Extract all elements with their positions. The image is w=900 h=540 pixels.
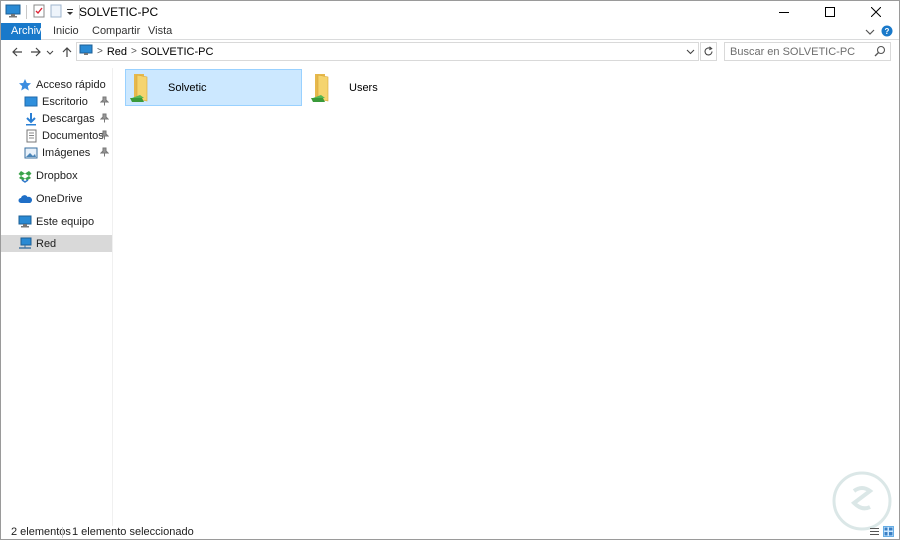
pin-icon[interactable] — [99, 147, 110, 160]
pin-icon[interactable] — [99, 130, 110, 143]
new-folder-icon[interactable] — [49, 4, 63, 21]
shared-folder-icon — [309, 71, 343, 105]
search-box[interactable] — [724, 42, 891, 61]
download-icon — [24, 112, 38, 126]
list-item-users[interactable]: Users — [307, 69, 484, 106]
svg-text:?: ? — [885, 27, 890, 36]
chevron-right-icon: > — [97, 46, 103, 57]
pin-icon[interactable] — [99, 96, 110, 109]
pictures-icon — [24, 146, 38, 160]
pin-icon[interactable] — [99, 113, 110, 126]
chevron-right-icon: > — [131, 46, 137, 57]
up-button[interactable] — [58, 43, 76, 61]
breadcrumb: > Red > SOLVETIC-PC — [79, 44, 213, 59]
status-bar: 2 elementos 1 elemento seleccionado — [1, 525, 899, 539]
sidebar-item-label: Documentos — [42, 129, 104, 142]
sidebar-item-label: Escritorio — [42, 95, 88, 108]
details-view-icon[interactable] — [869, 526, 880, 537]
quick-access-toolbar — [5, 4, 82, 20]
tab-vista[interactable]: Vista — [138, 23, 182, 40]
file-list: Solvetic Users — [113, 63, 899, 525]
window-controls — [761, 1, 899, 23]
sidebar-item-onedrive[interactable]: OneDrive — [1, 190, 112, 207]
onedrive-icon — [18, 192, 32, 206]
item-label: Users — [349, 81, 378, 94]
computer-icon — [18, 215, 32, 229]
breadcrumb-red[interactable]: Red — [107, 46, 127, 58]
sidebar-item-red[interactable]: Red — [1, 235, 112, 252]
expand-ribbon-icon[interactable] — [865, 26, 875, 40]
sidebar-item-escritorio[interactable]: Escritorio — [1, 93, 112, 110]
status-divider — [62, 527, 63, 538]
item-label: Solvetic — [168, 81, 207, 94]
watermark-logo — [832, 471, 892, 531]
sidebar-item-label: Acceso rápido — [36, 78, 106, 91]
help-icon[interactable]: ? — [881, 25, 893, 40]
toolbar-divider — [26, 5, 27, 19]
tab-archivo[interactable]: Archivo — [1, 23, 48, 40]
ribbon-right-controls: ? — [865, 25, 893, 40]
list-item-solvetic[interactable]: Solvetic — [125, 69, 302, 106]
network-location-icon — [79, 44, 93, 59]
sidebar-item-imagenes[interactable]: Imágenes — [1, 144, 112, 161]
address-dropdown-button[interactable] — [684, 45, 696, 58]
recent-locations-button[interactable] — [44, 43, 56, 61]
close-button[interactable] — [853, 1, 899, 23]
sidebar-item-label: Imágenes — [42, 146, 91, 159]
explorer-window: SOLVETIC-PC Archivo Inicio Compartir Vis… — [0, 0, 900, 540]
sidebar-item-label: Red — [36, 237, 57, 250]
search-input[interactable] — [725, 43, 865, 60]
tiles-view-icon[interactable] — [883, 526, 894, 537]
selection-count: 1 elemento seleccionado — [72, 526, 194, 538]
forward-button[interactable] — [27, 43, 45, 61]
star-icon — [18, 78, 32, 92]
sidebar-item-label: Dropbox — [36, 169, 78, 182]
computer-icon[interactable] — [5, 4, 21, 21]
minimize-button[interactable] — [761, 1, 807, 23]
sidebar-item-este-equipo[interactable]: Este equipo — [1, 213, 112, 230]
shared-folder-icon — [128, 71, 162, 105]
network-icon — [18, 237, 32, 251]
desktop-icon — [24, 95, 38, 109]
customize-toolbar-icon[interactable] — [66, 4, 74, 21]
title-bar: SOLVETIC-PC — [1, 1, 899, 23]
sidebar-item-acceso-rapido[interactable]: Acceso rápido — [1, 76, 112, 93]
ribbon-tabs: Archivo Inicio Compartir Vista ? — [1, 23, 899, 40]
sidebar-item-documentos[interactable]: Documentos — [1, 127, 112, 144]
view-switcher — [869, 526, 894, 537]
search-icon[interactable] — [874, 45, 886, 60]
breadcrumb-solvetic-pc[interactable]: SOLVETIC-PC — [141, 46, 214, 58]
navigation-pane: Acceso rápido Escritorio Descargas Docum… — [1, 68, 113, 526]
sidebar-item-descargas[interactable]: Descargas — [1, 110, 112, 127]
maximize-button[interactable] — [807, 1, 853, 23]
sidebar-item-label: Descargas — [42, 112, 95, 125]
navigation-bar: > Red > SOLVETIC-PC — [1, 41, 899, 63]
documents-icon — [24, 129, 38, 143]
sidebar-item-label: Este equipo — [36, 215, 95, 228]
sidebar-item-dropbox[interactable]: Dropbox — [1, 167, 112, 184]
properties-icon[interactable] — [32, 4, 46, 21]
dropbox-icon — [18, 169, 32, 183]
address-bar[interactable]: > Red > SOLVETIC-PC — [76, 42, 699, 61]
window-title: SOLVETIC-PC — [79, 5, 159, 19]
back-button[interactable] — [8, 43, 26, 61]
refresh-button[interactable] — [700, 42, 717, 61]
sidebar-item-label: OneDrive — [36, 192, 83, 205]
